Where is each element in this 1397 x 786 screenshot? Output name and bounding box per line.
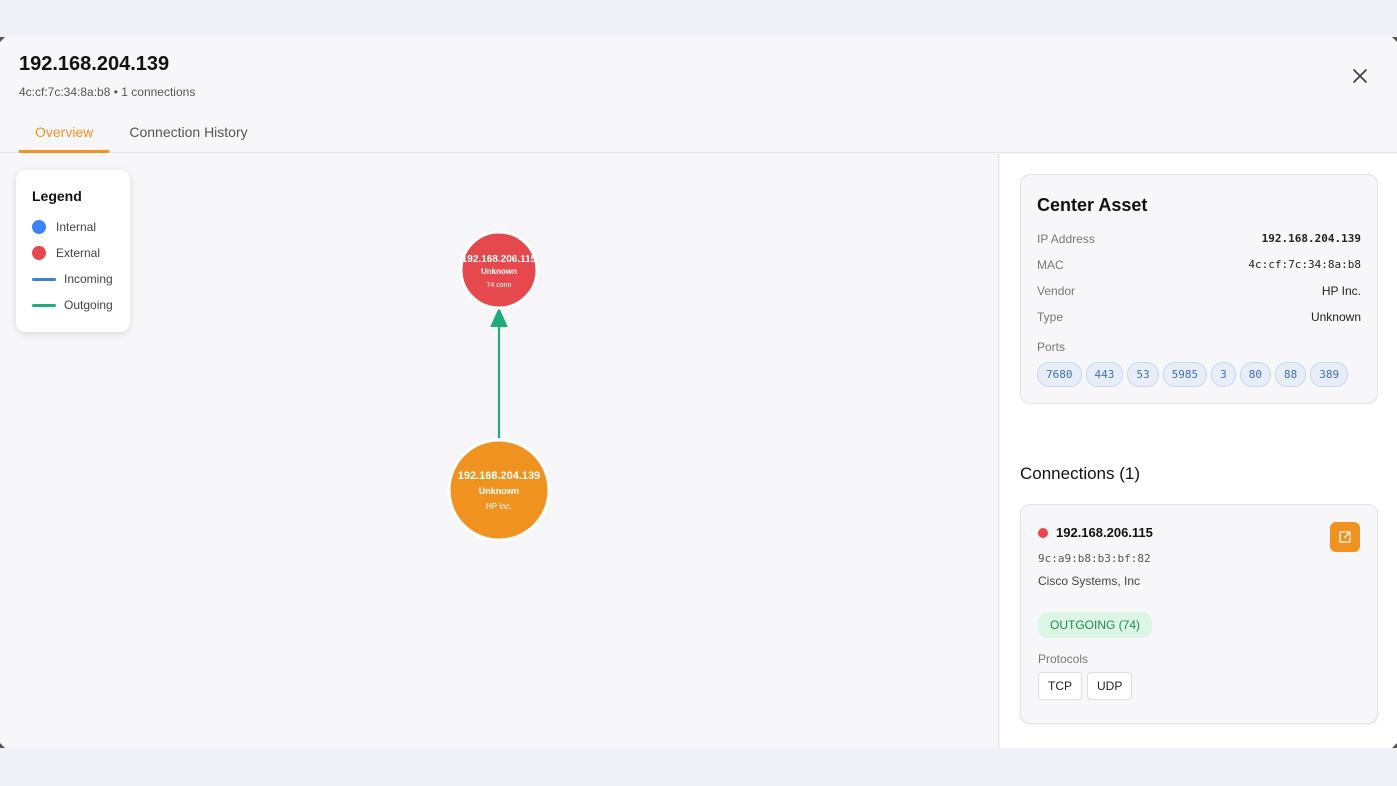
port-badge: 53 (1127, 362, 1159, 387)
asset-row-key: MAC (1037, 258, 1064, 272)
protocol-badge: UDP (1087, 672, 1133, 700)
asset-detail-modal: 192.168.204.139 4c:cf:7c:34:8a:b8 • 1 co… (0, 37, 1397, 748)
page-subtitle: 4c:cf:7c:34:8a:b8 • 1 connections (19, 85, 196, 99)
center-asset-title: Center Asset (1037, 195, 1148, 215)
legend-label: Outgoing (64, 298, 113, 312)
tab-overview[interactable]: Overview (19, 115, 110, 153)
network-graph[interactable]: 192.168.206.115 Unknown 74 conn 192.168.… (0, 154, 999, 748)
remote-node-type: Unknown (481, 267, 517, 276)
legend-label: Internal (56, 220, 97, 234)
legend-label: External (56, 246, 101, 260)
graph-canvas[interactable]: 192.168.206.115 Unknown 74 conn 192.168.… (0, 154, 999, 748)
port-badge: 7680 (1037, 362, 1082, 387)
external-dot-icon (1038, 527, 1048, 538)
page-title: 192.168.204.139 (19, 53, 170, 75)
close-icon (1353, 69, 1367, 83)
ports-label: Ports (1037, 340, 1066, 354)
incoming-line-icon (32, 277, 56, 281)
center-node[interactable]: 192.168.204.139 Unknown HP Inc. (447, 438, 551, 542)
port-badge: 3 (1211, 362, 1236, 387)
asset-row-mac: MAC 4c:cf:7c:34:8a:b8 (1037, 258, 1361, 284)
legend-item-internal: Internal (32, 214, 114, 240)
asset-row-value: 192.168.204.139 (1261, 232, 1361, 245)
connection-card: 192.168.206.115 9c:a9:b8:b3:bf:82 Cisco … (1020, 504, 1378, 724)
direction-badge: OUTGOING (74) (1038, 612, 1153, 638)
asset-row-key: Vendor (1037, 284, 1076, 298)
legend-title: Legend (32, 188, 82, 204)
asset-row-value: Unknown (1310, 310, 1361, 324)
modal-corner (0, 37, 5, 42)
port-badge: 389 (1310, 362, 1349, 387)
asset-row-key: IP Address (1037, 232, 1095, 246)
legend-item-incoming: Incoming (32, 266, 114, 292)
modal-corner (1392, 743, 1397, 748)
asset-row-value: 4c:cf:7c:34:8a:b8 (1248, 258, 1361, 271)
port-badge: 88 (1275, 362, 1307, 387)
asset-row-value: HP Inc. (1321, 284, 1361, 298)
close-button[interactable] (1345, 61, 1375, 91)
connection-vendor: Cisco Systems, Inc (1038, 574, 1141, 588)
center-node-vendor: HP Inc. (486, 502, 512, 511)
legend-item-outgoing: Outgoing (32, 292, 114, 318)
internal-dot-icon (32, 220, 46, 234)
ports-list: 7680 443 53 5985 3 80 88 389 (1037, 362, 1361, 387)
connection-mac: 9c:a9:b8:b3:bf:82 (1038, 552, 1151, 565)
center-node-ip: 192.168.204.139 (458, 470, 541, 482)
tab-connection-history[interactable]: Connection History (113, 115, 263, 153)
asset-row-vendor: Vendor HP Inc. (1037, 284, 1361, 310)
external-link-icon (1339, 531, 1351, 543)
modal-header: 192.168.204.139 4c:cf:7c:34:8a:b8 • 1 co… (0, 37, 1397, 153)
connection-ip: 192.168.206.115 (1056, 525, 1153, 540)
center-node-type: Unknown (479, 486, 520, 496)
details-panel: Center Asset IP Address 192.168.204.139 … (1000, 154, 1397, 748)
center-asset-card: Center Asset IP Address 192.168.204.139 … (1020, 174, 1378, 404)
asset-row-type: Type Unknown (1037, 310, 1361, 336)
remote-node[interactable]: 192.168.206.115 Unknown 74 conn (459, 230, 539, 310)
protocols-label: Protocols (1038, 652, 1089, 666)
tab-bar: Overview Connection History (19, 115, 264, 153)
remote-node-ip: 192.168.206.115 (462, 254, 537, 265)
port-badge: 443 (1085, 362, 1124, 387)
legend: Legend Internal External Incoming Outgoi… (16, 170, 130, 332)
asset-row-key: Type (1037, 310, 1064, 324)
port-badge: 5985 (1162, 362, 1208, 387)
modal-corner (0, 743, 5, 748)
modal-corner (1392, 37, 1397, 42)
port-badge: 80 (1239, 362, 1271, 387)
legend-item-external: External (32, 240, 114, 266)
connection-header: 192.168.206.115 (1038, 525, 1360, 540)
legend-label: Incoming (64, 272, 113, 286)
connections-title: Connections (1) (1020, 464, 1141, 483)
open-asset-button[interactable] (1330, 522, 1360, 552)
protocol-badge: TCP (1038, 672, 1082, 700)
protocols-list: TCP UDP (1038, 672, 1360, 700)
asset-row-ip: IP Address 192.168.204.139 (1037, 232, 1361, 258)
outgoing-line-icon (32, 303, 56, 307)
remote-node-conn: 74 conn (487, 282, 512, 289)
external-dot-icon (32, 246, 46, 260)
